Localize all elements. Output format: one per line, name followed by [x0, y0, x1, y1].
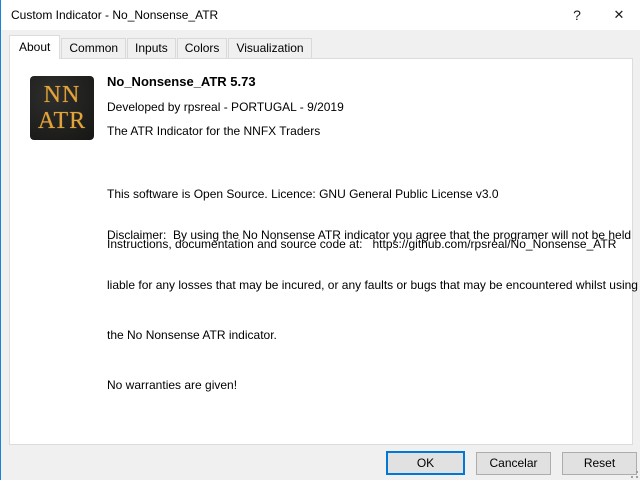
disclaimer-line-4: No warranties are given! — [107, 378, 638, 392]
caption-buttons: ? ✕ — [556, 0, 640, 30]
logo-line-atr: ATR — [38, 108, 86, 134]
indicator-logo-icon: NN ATR — [30, 76, 94, 140]
disclaimer-paragraph: Disclaimer: By using the No Nonsense ATR… — [107, 192, 638, 428]
tab-about[interactable]: About — [9, 35, 60, 59]
tab-colors[interactable]: Colors — [177, 38, 228, 58]
reset-button[interactable]: Reset — [562, 452, 637, 475]
resize-grip[interactable] — [629, 469, 638, 478]
window-title: Custom Indicator - No_Nonsense_ATR — [11, 8, 218, 22]
tab-strip: About Common Inputs Colors Visualization — [9, 35, 313, 58]
cancel-button[interactable]: Cancelar — [476, 452, 551, 475]
disclaimer-line-1: Disclaimer: By using the No Nonsense ATR… — [107, 228, 638, 242]
help-button[interactable]: ? — [556, 0, 598, 30]
indicator-subtitle: The ATR Indicator for the NNFX Traders — [107, 124, 320, 138]
about-tab-page: NN ATR No_Nonsense_ATR 5.73 Developed by… — [9, 58, 633, 445]
close-button[interactable]: ✕ — [598, 0, 640, 30]
tab-visualization[interactable]: Visualization — [228, 38, 311, 58]
ok-button[interactable]: OK — [386, 451, 465, 475]
titlebar: Custom Indicator - No_Nonsense_ATR ? ✕ — [1, 0, 640, 30]
dialog-button-row: OK Cancelar Reset — [375, 451, 637, 475]
disclaimer-line-3: the No Nonsense ATR indicator. — [107, 328, 638, 342]
tab-common[interactable]: Common — [61, 38, 126, 58]
indicator-name-version: No_Nonsense_ATR 5.73 — [107, 74, 256, 89]
tab-inputs[interactable]: Inputs — [127, 38, 176, 58]
logo-line-nn: NN — [44, 82, 81, 108]
developer-line: Developed by rpsreal - PORTUGAL - 9/2019 — [107, 100, 344, 114]
custom-indicator-dialog: Custom Indicator - No_Nonsense_ATR ? ✕ A… — [0, 0, 640, 480]
disclaimer-line-2: liable for any losses that may be incure… — [107, 278, 638, 292]
